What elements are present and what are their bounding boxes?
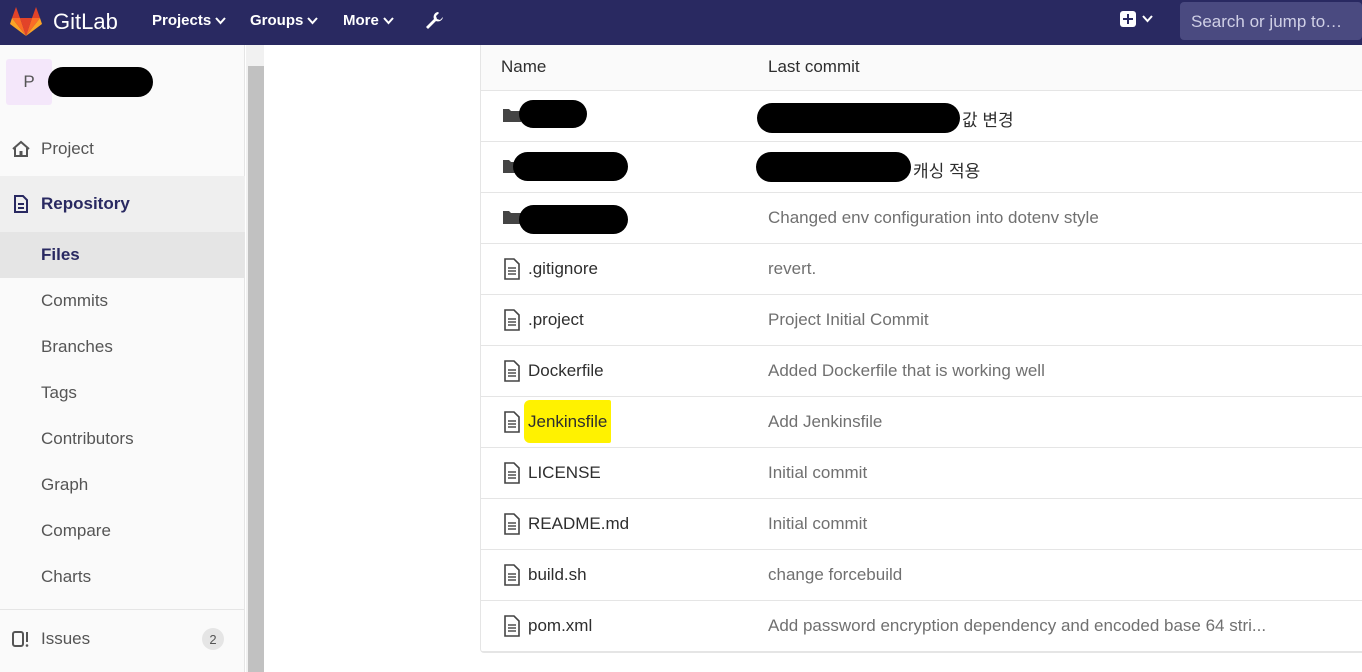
last-commit-message[interactable]: change forcebuild <box>768 565 902 585</box>
chevron-down-icon <box>383 16 394 24</box>
issues-count-badge: 2 <box>202 628 224 650</box>
last-commit-message[interactable]: Initial commit <box>768 463 867 483</box>
column-header-name: Name <box>501 57 547 76</box>
file-link[interactable]: .gitignore <box>528 259 598 279</box>
document-icon <box>14 195 28 213</box>
sidebar-item-label: Contributors <box>41 429 134 448</box>
sidebar-item-label: Graph <box>41 475 89 494</box>
file-link[interactable]: Dockerfile <box>528 361 604 381</box>
sidebar-scrollbar-thumb[interactable] <box>248 66 264 672</box>
table-row[interactable]: README.md Initial commit <box>481 499 1362 550</box>
sidebar-subitem-commits[interactable]: Commits <box>0 278 245 324</box>
sidebar-item-label: Compare <box>41 521 111 540</box>
nav-projects-label: Projects <box>152 12 212 29</box>
last-commit-message[interactable]: 캐싱 적용 <box>913 157 980 182</box>
file-icon <box>504 411 520 433</box>
search-input[interactable]: Search or jump to… <box>1180 2 1362 40</box>
chevron-down-icon <box>215 16 226 24</box>
file-icon <box>504 615 520 637</box>
file-icon <box>504 360 520 382</box>
last-commit-message[interactable]: Initial commit <box>768 514 867 534</box>
file-link[interactable]: pom.xml <box>528 616 592 636</box>
table-row[interactable]: LICENSE Initial commit <box>481 448 1362 499</box>
sidebar-item-project[interactable]: Project <box>0 128 245 170</box>
column-header-last-commit: Last commit <box>768 57 860 76</box>
sidebar-item-label: Charts <box>41 567 92 586</box>
table-row[interactable]: Jenkinsfile Add Jenkinsfile <box>481 397 1362 448</box>
last-commit-message[interactable]: 값 변경 <box>962 106 1014 131</box>
sidebar-item-label: Branches <box>41 337 113 356</box>
table-row[interactable]: pom.xml Add password encryption dependenc… <box>481 601 1362 652</box>
admin-wrench-icon[interactable] <box>424 10 444 30</box>
file-icon <box>504 513 520 535</box>
issues-icon <box>12 631 29 647</box>
redacted-folder-name <box>513 152 628 181</box>
file-link[interactable]: LICENSE <box>528 463 601 483</box>
file-icon <box>504 462 520 484</box>
home-icon <box>12 140 30 157</box>
file-link[interactable]: .project <box>528 310 584 330</box>
last-commit-message[interactable]: revert. <box>768 259 816 279</box>
sidebar-subitem-compare[interactable]: Compare <box>0 508 245 554</box>
sidebar-subitem-tags[interactable]: Tags <box>0 370 245 416</box>
last-commit-message[interactable]: Changed env configuration into dotenv st… <box>768 208 1099 228</box>
sidebar-subitem-graph[interactable]: Graph <box>0 462 245 508</box>
file-tree-table: Name Last commit 값 변경캐싱 적용 Changed env co… <box>480 45 1362 653</box>
table-header: Name Last commit <box>481 45 1362 91</box>
sidebar-subitem-files[interactable]: Files <box>0 232 245 278</box>
last-commit-message[interactable]: Add Jenkinsfile <box>768 412 882 432</box>
sidebar-subitem-contributors[interactable]: Contributors <box>0 416 245 462</box>
table-row[interactable]: .gitignore revert. <box>481 244 1362 295</box>
last-commit-message[interactable]: Added Dockerfile that is working well <box>768 361 1045 381</box>
top-navbar: GitLab Projects Groups More Search or ju… <box>0 0 1362 45</box>
chevron-down-icon <box>307 16 319 24</box>
sidebar-divider <box>0 609 245 610</box>
gitlab-logo-icon[interactable] <box>9 5 43 37</box>
file-link[interactable]: Jenkinsfile <box>524 400 612 443</box>
nav-projects-dropdown[interactable]: Projects <box>152 12 226 29</box>
sidebar-subitem-charts[interactable]: Charts <box>0 554 245 600</box>
sidebar-item-label: Files <box>41 245 80 264</box>
sidebar-subitem-branches[interactable]: Branches <box>0 324 245 370</box>
file-link[interactable]: README.md <box>528 514 629 534</box>
nav-groups-label: Groups <box>250 12 304 29</box>
file-icon <box>504 564 520 586</box>
sidebar-item-repository[interactable]: Repository <box>0 176 245 232</box>
nav-more-label: More <box>343 12 379 29</box>
sidebar-item-label: Issues <box>41 629 91 648</box>
last-commit-message[interactable]: Project Initial Commit <box>768 310 929 330</box>
file-icon <box>504 258 520 280</box>
redacted-folder-name <box>519 205 628 234</box>
sidebar-item-label: Commits <box>41 291 109 310</box>
nav-more-dropdown[interactable]: More <box>343 12 394 29</box>
file-link[interactable]: build.sh <box>528 565 587 585</box>
plus-square-icon <box>1120 11 1136 27</box>
redacted-commit-text <box>756 152 911 182</box>
table-row[interactable]: Dockerfile Added Dockerfile that is worki… <box>481 346 1362 397</box>
sidebar-item-label: Project <box>41 139 94 158</box>
redacted-commit-text <box>757 103 960 133</box>
file-icon <box>504 309 520 331</box>
chevron-down-icon <box>1142 15 1153 23</box>
table-row[interactable]: build.sh change forcebuild <box>481 550 1362 601</box>
project-avatar[interactable]: P <box>6 59 52 105</box>
redacted-project-name <box>48 67 153 97</box>
last-commit-message[interactable]: Add password encryption dependency and e… <box>768 616 1266 636</box>
sidebar-item-issues[interactable]: Issues 2 <box>0 616 245 662</box>
nav-groups-dropdown[interactable]: Groups <box>250 12 319 29</box>
table-row[interactable]: .project Project Initial Commit <box>481 295 1362 346</box>
brand-name[interactable]: GitLab <box>53 9 118 35</box>
new-item-dropdown[interactable] <box>1120 11 1153 27</box>
sidebar-item-label: Repository <box>41 194 130 213</box>
sidebar-item-label: Tags <box>41 383 77 402</box>
redacted-folder-name <box>519 100 587 128</box>
